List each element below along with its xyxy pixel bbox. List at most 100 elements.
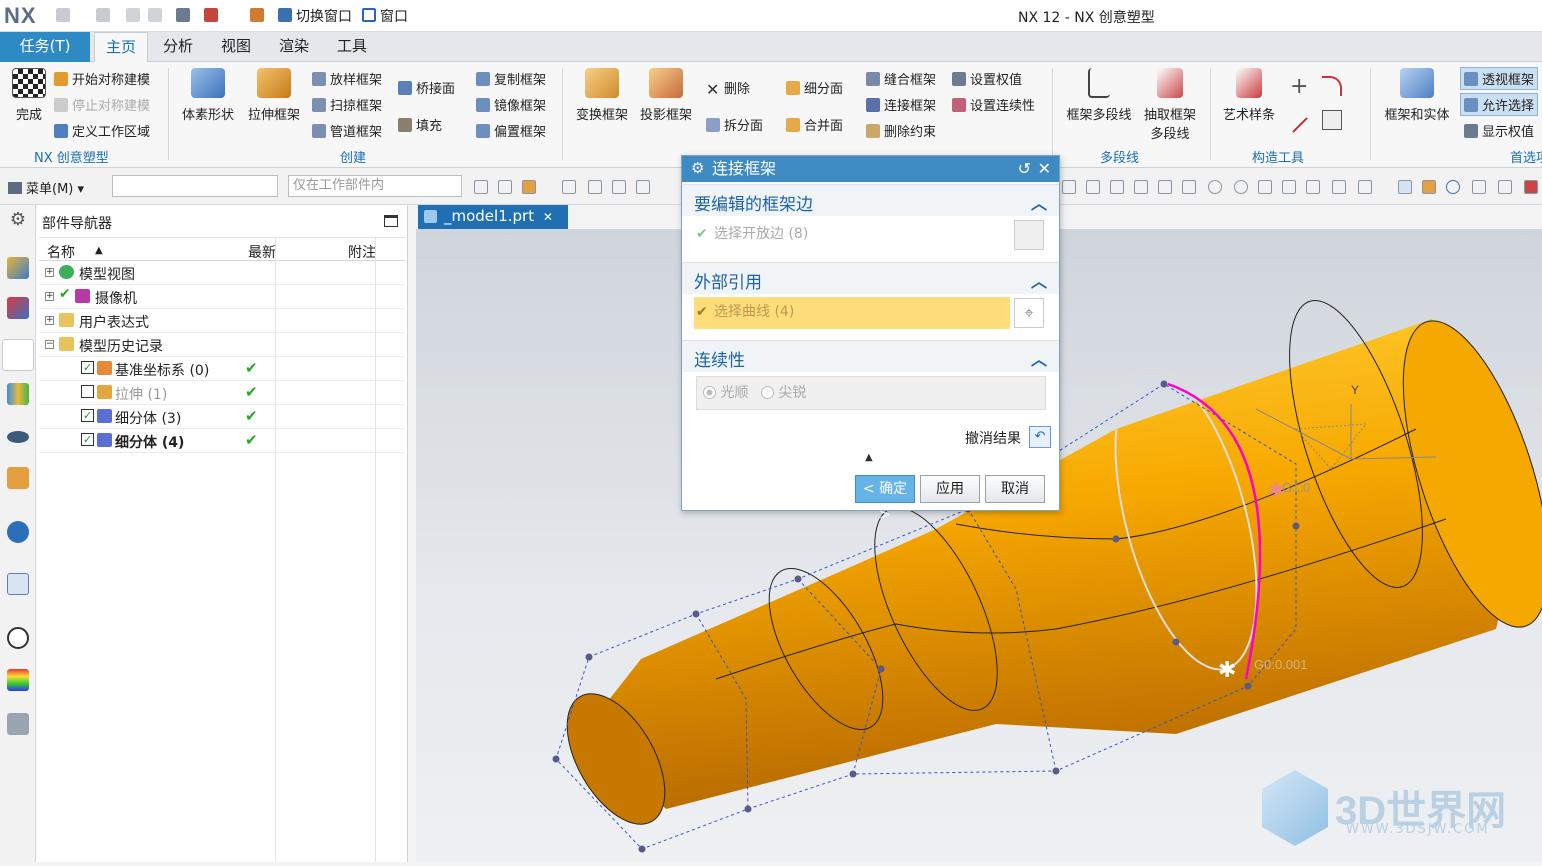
face-rule-icon[interactable] xyxy=(588,180,602,194)
window-icon[interactable] xyxy=(362,8,376,22)
subdivide-face-button[interactable]: 细分面 xyxy=(786,78,843,97)
tree-row-cameras[interactable]: + ✔ 摄像机 xyxy=(39,285,405,309)
section-external-header[interactable]: 外部引用 ︿ xyxy=(682,262,1059,294)
history-clock-icon[interactable] xyxy=(7,627,29,649)
part-navigator-icon[interactable] xyxy=(2,339,34,371)
point-icon[interactable]: + xyxy=(1290,74,1308,99)
redo-icon[interactable] xyxy=(96,8,110,22)
sweep-cage-button[interactable]: 扫掠框架 xyxy=(312,95,382,114)
tab-tools[interactable]: 工具 xyxy=(326,32,378,62)
tab-view[interactable]: 视图 xyxy=(210,32,262,62)
tree-row-model-views[interactable]: + 模型视图 xyxy=(39,261,405,285)
assembly-navigator-icon[interactable] xyxy=(7,257,29,279)
collapse-toggle[interactable]: − xyxy=(45,340,54,349)
section-edges-header[interactable]: 要编辑的框架边 ︿ xyxy=(682,184,1059,216)
merge-face-button[interactable]: 合并面 xyxy=(786,115,843,134)
copy-icon[interactable] xyxy=(126,8,140,22)
expand-toggle[interactable]: + xyxy=(45,316,54,325)
palette-icon[interactable] xyxy=(7,669,29,691)
close-icon[interactable]: ✕ xyxy=(1038,156,1051,181)
refresh-icon[interactable] xyxy=(1446,180,1460,194)
visibility-checkbox[interactable]: ✓ xyxy=(81,409,94,422)
curve-rule-icon[interactable] xyxy=(562,180,576,194)
tab-analysis[interactable]: 分析 xyxy=(152,32,204,62)
section-continuity-header[interactable]: 连续性 ︿ xyxy=(682,340,1059,372)
window-menu-button[interactable]: 窗口 xyxy=(380,6,408,26)
cancel-button[interactable]: 取消 xyxy=(985,475,1045,503)
roles-icon[interactable] xyxy=(7,467,29,489)
undo-icon[interactable] xyxy=(56,8,70,22)
define-region-button[interactable]: 定义工作区域 xyxy=(54,121,150,140)
snap-midpoint-icon[interactable] xyxy=(1086,180,1100,194)
reuse-library-icon[interactable] xyxy=(7,383,29,405)
snap-endpoint-icon[interactable] xyxy=(1062,180,1076,194)
cage-polyline-button[interactable]: 框架多段线 xyxy=(1062,68,1136,123)
collapse-chevron-icon[interactable]: ︿ xyxy=(1031,268,1047,292)
brush-icon[interactable] xyxy=(1498,180,1512,194)
type-filter-dropdown[interactable] xyxy=(112,175,278,197)
smooth-radio[interactable] xyxy=(703,386,716,399)
system-tools-icon[interactable] xyxy=(7,713,29,735)
switch-window-button[interactable]: 切换窗口 xyxy=(296,6,352,26)
snap-bounded-icon[interactable] xyxy=(1332,180,1346,194)
group-label-nx-creative[interactable]: NX 创意塑型 xyxy=(34,147,109,166)
done-button[interactable]: 完成 xyxy=(10,68,48,123)
switch-window-icon[interactable] xyxy=(278,8,292,22)
tree-row-model-history[interactable]: − 模型历史记录 xyxy=(39,333,405,357)
extrude-cage-button[interactable]: 拉伸框架 xyxy=(244,68,304,123)
maximize-icon[interactable] xyxy=(384,215,398,227)
plane-icon[interactable] xyxy=(1322,110,1342,130)
snap-arc-center-icon[interactable] xyxy=(1182,180,1196,194)
close-tab-icon[interactable]: ✕ xyxy=(543,210,553,224)
select-open-edges-row[interactable]: ✔ 选择开放边 (8) xyxy=(694,219,1044,251)
column-notes[interactable]: 附注 xyxy=(348,242,376,262)
measure-icon[interactable] xyxy=(1472,180,1486,194)
tree-row-user-expressions[interactable]: + 用户表达式 xyxy=(39,309,405,333)
paste-icon[interactable] xyxy=(148,8,162,22)
print-icon[interactable] xyxy=(176,8,190,22)
split-face-button[interactable]: 拆分面 xyxy=(706,115,763,134)
tube-cage-button[interactable]: 管道框架 xyxy=(312,121,382,140)
apply-button[interactable]: 应用 xyxy=(920,475,980,503)
select-icon[interactable] xyxy=(474,180,488,194)
snap-on-face-icon[interactable] xyxy=(1306,180,1320,194)
line-icon[interactable] xyxy=(1292,117,1308,133)
pen-icon[interactable] xyxy=(250,8,264,22)
expand-toggle[interactable]: + xyxy=(45,292,54,301)
tree-row-datum-csys[interactable]: ✓ 基准坐标系 (0) ✔ xyxy=(39,357,405,381)
reset-icon[interactable]: ↺ xyxy=(1018,156,1031,181)
show-weight-button[interactable]: 显示权值 xyxy=(1464,121,1534,140)
visibility-checkbox[interactable]: ✓ xyxy=(81,433,94,446)
sharp-radio[interactable] xyxy=(760,386,774,399)
undo-result-icon[interactable]: ↶ xyxy=(1029,426,1051,448)
edge-select-cube-icon[interactable] xyxy=(1014,220,1044,250)
dialog-header[interactable]: ⚙ 连接框架 ↺ ✕ xyxy=(682,156,1059,182)
snap-intersect-icon[interactable] xyxy=(1134,180,1148,194)
transform-cage-button[interactable]: 变换框架 xyxy=(572,68,632,123)
extract-cage-polyline-button[interactable]: 抽取框架 多段线 xyxy=(1140,68,1200,142)
menu-button[interactable]: 菜单(M) ▾ xyxy=(8,178,84,197)
art-spline-button[interactable]: 艺术样条 xyxy=(1218,68,1280,123)
visibility-checkbox[interactable] xyxy=(81,385,94,398)
delete-button[interactable]: ✕ 删除 xyxy=(706,78,750,98)
snap-quadrant-icon[interactable] xyxy=(1234,180,1248,194)
see-through-cage-toggle[interactable]: 透视框架 xyxy=(1460,67,1539,90)
tree-row-extrude[interactable]: 拉伸 (1) ✔ xyxy=(39,381,405,405)
arc-icon[interactable] xyxy=(1322,76,1342,96)
body-rule-icon[interactable] xyxy=(612,180,626,194)
set-weight-button[interactable]: 设置权值 xyxy=(952,69,1022,88)
group-label-construct[interactable]: 构造工具 xyxy=(1252,147,1304,166)
column-name[interactable]: 名称 xyxy=(47,242,75,262)
collapse-chevron-icon[interactable]: ︿ xyxy=(1031,346,1047,370)
mirror-cage-button[interactable]: 镜像框架 xyxy=(476,95,546,114)
snap-center-icon[interactable] xyxy=(1208,180,1222,194)
group-label-polyline[interactable]: 多段线 xyxy=(1100,147,1139,166)
info-icon[interactable] xyxy=(7,521,29,543)
ok-button[interactable]: < 确定 > xyxy=(855,475,915,523)
stop-symmetric-button[interactable]: 停止对称建模 xyxy=(54,95,150,114)
web-browser-icon[interactable] xyxy=(7,573,29,595)
project-cage-button[interactable]: 投影框架 xyxy=(636,68,696,123)
snap-point-icon[interactable] xyxy=(1258,180,1272,194)
snap-on-curve-icon[interactable] xyxy=(1282,180,1296,194)
snap-curve-icon[interactable] xyxy=(1158,180,1172,194)
